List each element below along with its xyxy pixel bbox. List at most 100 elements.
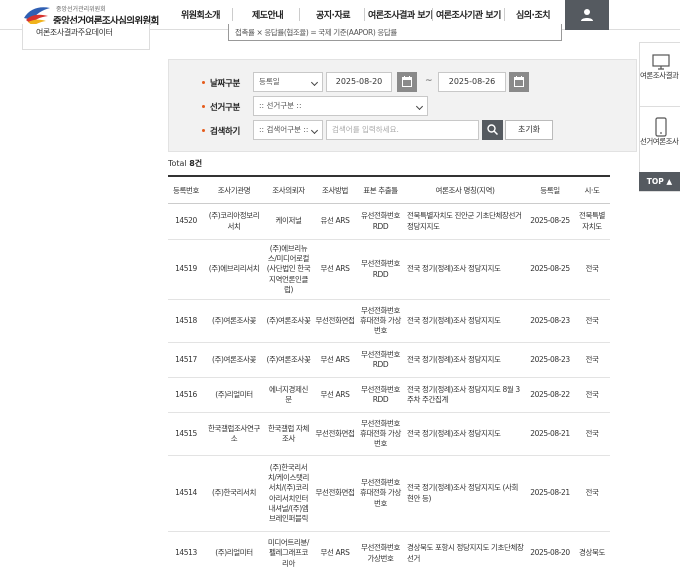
chevron-down-icon bbox=[415, 102, 424, 111]
cell-date: 2025-08-20 bbox=[530, 548, 570, 558]
cell-title[interactable]: 전국 정기(정례)조사 정당지지도 (사회 현안 등) bbox=[404, 456, 526, 531]
cell-client: (주)여론조사꽃 bbox=[266, 315, 311, 325]
cell-method: 무선 ARS bbox=[320, 389, 350, 399]
cell-agency: (주)에브리리서치 bbox=[208, 264, 260, 274]
cell-frame: 무선전화번호 휴대전화 가상번호 bbox=[360, 478, 401, 508]
quick-menu-results[interactable]: 여론조사결과 보기 bbox=[640, 53, 680, 81]
logo-bird-icon bbox=[24, 7, 50, 26]
election-type-select[interactable]: :: 선거구분 :: bbox=[253, 96, 428, 116]
nav-item-review[interactable]: 심의·조치 bbox=[516, 8, 551, 21]
scroll-top-label: TOP bbox=[646, 177, 664, 186]
nav-divider bbox=[232, 8, 233, 21]
cell-frame: 무선전화번호 RDD bbox=[361, 349, 400, 369]
nav-item-results[interactable]: 여론조사결과 보기 bbox=[368, 8, 433, 21]
nav-divider bbox=[504, 8, 505, 21]
quick-menu-agencies-label: 선거여론조사 기관보기 bbox=[640, 137, 680, 146]
cell-title[interactable]: 전국 정기(정례)조사 정당지지도 bbox=[404, 343, 526, 377]
nav-item-about[interactable]: 위원회소개 bbox=[181, 8, 220, 21]
cell-title[interactable]: 경상북도 포항시 정당지지도 기초단체장선거 bbox=[404, 532, 526, 568]
calendar-icon bbox=[514, 76, 524, 87]
date-from-calendar-button[interactable] bbox=[397, 72, 417, 92]
table-row[interactable]: 14515 한국갤럽조사연구소 한국갤럽 자체조사 무선전화면접 무선전화번호 휴대전화… bbox=[168, 413, 610, 456]
response-rate-text: 접촉률 × 응답률(협조율) = 국제 기준(AAPOR) 응답률 bbox=[235, 28, 397, 37]
cell-agency: (주)리얼미터 bbox=[215, 548, 253, 558]
cell-frame: 유선전화번호 RDD bbox=[361, 211, 400, 231]
cell-region: 경상북도 bbox=[579, 548, 605, 558]
user-menu-button[interactable] bbox=[565, 0, 609, 30]
keyword-type-value: :: 검색어구분 :: bbox=[259, 125, 309, 134]
cell-client: 에너지경제신문 bbox=[269, 384, 308, 404]
cell-title[interactable]: 전국 정기(정례)조사 정당지지도 8월 3주차 주간집계 bbox=[404, 378, 526, 412]
cell-date: 2025-08-25 bbox=[530, 216, 570, 226]
cell-region: 전국 bbox=[585, 389, 599, 399]
cell-client: 한국갤럽 자체조사 bbox=[268, 423, 309, 443]
cell-frame: 무선전화번호 RDD bbox=[361, 384, 400, 404]
total-label: Total bbox=[168, 159, 187, 168]
cell-reg-no: 14520 bbox=[175, 216, 197, 226]
table-row[interactable]: 14517 (주)여론조사꽃 (주)여론조사꽃 무선 ARS 무선전화번호 RDD 전국 … bbox=[168, 343, 610, 378]
cell-date: 2025-08-25 bbox=[530, 264, 570, 274]
cell-title[interactable]: 전북특별자치도 진안군 기초단체장선거 정당지지도 bbox=[404, 204, 526, 239]
cell-method: 무선전화면접 bbox=[315, 315, 355, 325]
cell-agency: (주)코리아정보리서치 bbox=[208, 211, 260, 231]
cell-reg-no: 14517 bbox=[175, 354, 197, 364]
table-header: 등록번호 조사기관명 조사의뢰자 조사방법 표본 추출틀 여론조사 명칭(지역)… bbox=[168, 177, 610, 204]
quick-menu-divider bbox=[640, 106, 680, 107]
cell-agency: (주)여론조사꽃 bbox=[211, 354, 257, 364]
col-header-method: 조사방법 bbox=[322, 186, 348, 195]
keyword-label: 검색하기 bbox=[201, 127, 241, 137]
scroll-top-button[interactable]: TOP ▲ bbox=[639, 172, 680, 191]
caret-up-icon: ▲ bbox=[666, 177, 673, 186]
table-row[interactable]: 14516 (주)리얼미터 에너지경제신문 무선 ARS 무선전화번호 RDD 전국 정기… bbox=[168, 378, 610, 413]
keyword-type-select[interactable]: :: 검색어구분 :: bbox=[253, 120, 323, 140]
table-row[interactable]: 14513 (주)리얼미터 미디어트리뷴/펠레그래프코리아 무선 ARS 무선전화번호 … bbox=[168, 532, 610, 568]
user-icon bbox=[581, 9, 593, 21]
cell-region: 전국 bbox=[585, 264, 599, 274]
cell-method: 무선 ARS bbox=[320, 264, 350, 274]
col-header-region: 시·도 bbox=[584, 186, 600, 195]
table-row[interactable]: 14520 (주)코리아정보리서치 케이저널 유선 ARS 유선전화번호 RDD 전북특별… bbox=[168, 204, 610, 240]
quick-menu: 여론조사결과 보기 선거여론조사 기관보기 bbox=[639, 42, 680, 192]
cell-reg-no: 14515 bbox=[175, 428, 197, 438]
cell-title[interactable]: 전국 정기(정례)조사 정당지지도 bbox=[404, 413, 526, 455]
date-range-tilde: ~ bbox=[425, 76, 433, 86]
nav-divider bbox=[364, 8, 365, 21]
cell-title[interactable]: 전국 정기(정례)조사 정당지지도 bbox=[404, 240, 526, 299]
col-header-reg-no: 등록번호 bbox=[173, 186, 199, 195]
cell-date: 2025-08-23 bbox=[530, 354, 570, 364]
nav-item-system[interactable]: 제도안내 bbox=[252, 8, 284, 21]
nav-divider bbox=[432, 8, 433, 21]
nav-item-notice[interactable]: 공지·자료 bbox=[316, 8, 351, 21]
reset-button[interactable]: 초기화 bbox=[505, 120, 553, 140]
table-row[interactable]: 14514 (주)한국리서치 (주)한국리서치/케이스탯리서치/(주)코리아리서치인… bbox=[168, 456, 610, 532]
cell-method: 유선 ARS bbox=[320, 216, 350, 226]
sidebar-submenu: 여론조사결과주요데이터 bbox=[22, 24, 150, 50]
nav-divider bbox=[299, 8, 300, 21]
cell-reg-no: 14516 bbox=[175, 389, 197, 399]
cell-date: 2025-08-23 bbox=[530, 315, 570, 325]
table-row[interactable]: 14519 (주)에브리리서치 (주)에브리뉴스/미디어로컬(사단법인 한국지역언론… bbox=[168, 240, 610, 300]
cell-title[interactable]: 전국 정기(정례)조사 정당지지도 bbox=[404, 300, 526, 342]
cell-agency: (주)여론조사꽃 bbox=[211, 315, 257, 325]
keyword-input[interactable]: 검색어를 입력하세요. bbox=[326, 120, 479, 140]
search-button[interactable] bbox=[482, 120, 503, 140]
cell-reg-no: 14519 bbox=[175, 264, 197, 274]
table-row[interactable]: 14518 (주)여론조사꽃 (주)여론조사꽃 무선전화면접 무선전화번호 휴대전화 가… bbox=[168, 300, 610, 343]
col-header-client: 조사의뢰자 bbox=[272, 186, 305, 195]
search-icon bbox=[487, 124, 498, 135]
date-to-calendar-button[interactable] bbox=[509, 72, 529, 92]
date-to-input[interactable]: 2025-08-26 bbox=[438, 72, 506, 92]
cell-reg-no: 14518 bbox=[175, 315, 197, 325]
cell-frame: 무선전화번호 RDD bbox=[361, 259, 400, 279]
nav-item-agencies[interactable]: 여론조사기관 보기 bbox=[436, 8, 501, 21]
sidebar-item-key-data[interactable]: 여론조사결과주요데이터 bbox=[36, 27, 113, 38]
quick-menu-agencies[interactable]: 선거여론조사 기관보기 bbox=[640, 117, 680, 147]
date-from-input[interactable]: 2025-08-20 bbox=[326, 72, 392, 92]
date-type-select[interactable]: 등록일 bbox=[253, 72, 323, 92]
cell-client: (주)에브리뉴스/미디어로컬(사단법인 한국지역언론인클럽) bbox=[266, 244, 311, 294]
cell-region: 전국 bbox=[585, 428, 599, 438]
cell-frame: 무선전화번호 휴대전화 가상번호 bbox=[360, 418, 401, 449]
cell-method: 무선 ARS bbox=[320, 354, 350, 364]
mobile-phone-icon bbox=[654, 117, 667, 137]
cell-method: 무선 ARS bbox=[320, 548, 350, 558]
